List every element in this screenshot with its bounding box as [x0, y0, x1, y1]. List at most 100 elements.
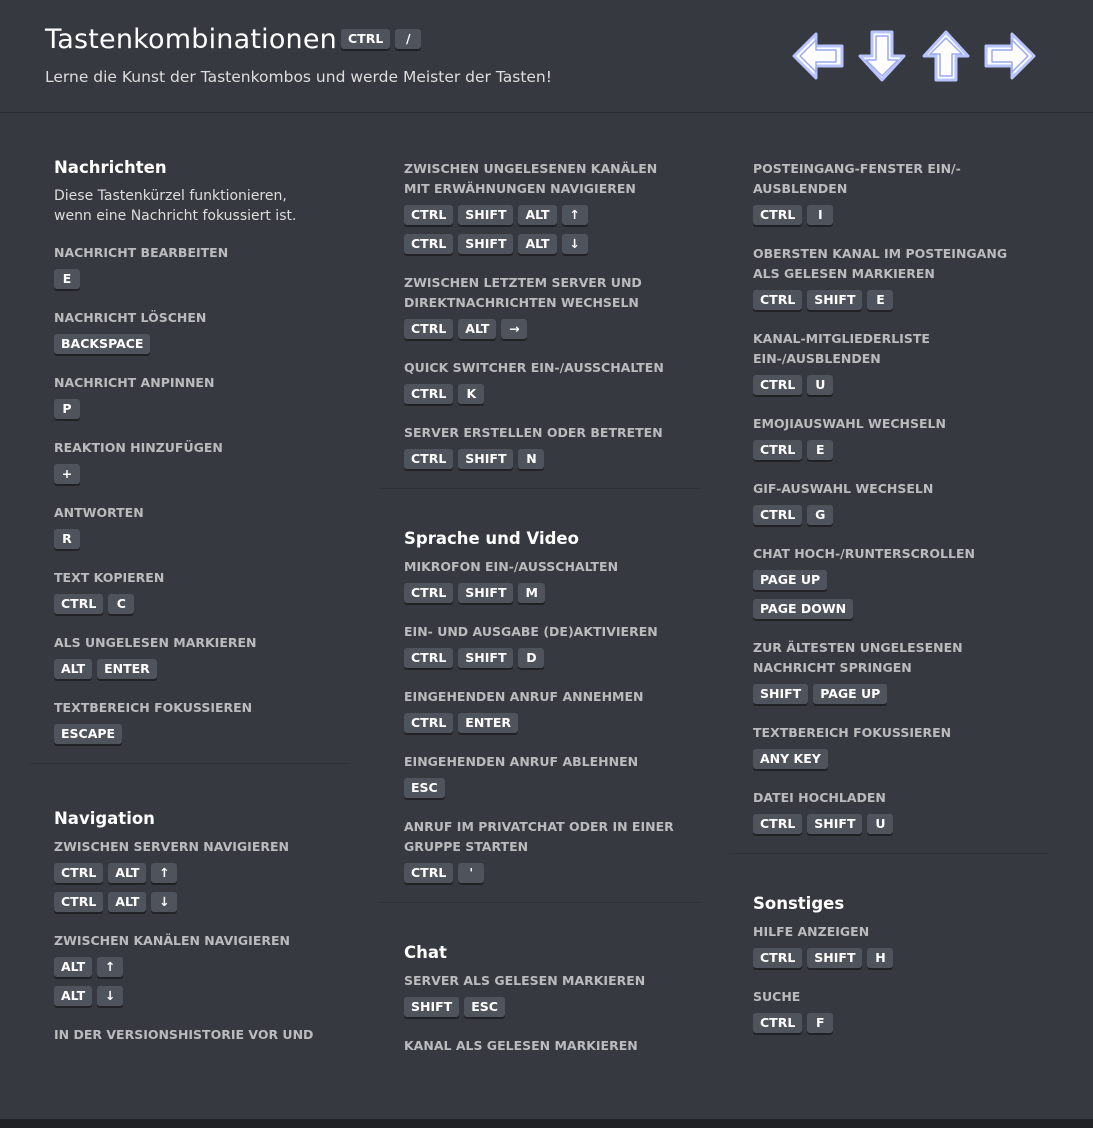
keycap: CTRL	[54, 863, 104, 883]
keycap: N	[518, 449, 545, 469]
section-divider	[729, 853, 1049, 854]
keycap: CTRL	[404, 384, 454, 404]
shortcut-item: GIF-Auswahl wechseln CTRL G	[753, 479, 1025, 525]
shortcut-item: Ein- und Ausgabe (de)aktivieren CTRL SHIFT…	[404, 622, 676, 668]
key-combo: CTRL SHIFT H	[753, 948, 1025, 968]
keycap: /	[395, 29, 422, 49]
keycap: ↓	[97, 986, 124, 1006]
shortcut-item: Zur ältesten ungelesenen Nachricht sprin…	[753, 638, 1025, 704]
keycap: ALT	[108, 892, 147, 912]
keycap: ESC	[404, 778, 445, 798]
keycap: CTRL	[54, 892, 104, 912]
key-combo: ALT ↓	[54, 986, 326, 1006]
shortcut-label: Antworten	[54, 505, 144, 520]
key-combo: P	[54, 399, 326, 419]
shortcut-label: Server erstellen oder betreten	[404, 425, 663, 440]
keycap: SHIFT	[458, 205, 514, 225]
shortcut-label: Zwischen Kanälen navigieren	[54, 933, 290, 948]
keycap: I	[807, 205, 834, 225]
keycap: SHIFT	[458, 648, 514, 668]
keycap: U	[807, 375, 834, 395]
header: Tastenkombinationen CTRL / Lerne die Kun…	[0, 0, 1093, 113]
keycap: F	[807, 1013, 834, 1033]
page-title: Tastenkombinationen	[45, 24, 337, 55]
keycap: ↑	[561, 205, 588, 225]
shortcut-column-2: Zwischen ungelesenen Kanälen mit Erwähnu…	[380, 159, 700, 1075]
shortcut-label: Quick Switcher ein-/ausschalten	[404, 360, 664, 375]
section-divider	[30, 763, 350, 764]
shortcut-item: Hilfe anzeigen CTRL SHIFT H	[753, 922, 1025, 968]
shortcut-label: Datei hochladen	[753, 790, 886, 805]
section-navigation-continued: Zwischen ungelesenen Kanälen mit Erwähnu…	[380, 159, 700, 469]
shortcut-label: Obersten Kanal im Posteingang als gelese…	[753, 246, 1008, 281]
shortcut-label: Eingehenden Anruf ablehnen	[404, 754, 639, 769]
shortcut-label: In der Versionshistorie vor und	[54, 1027, 314, 1042]
shortcut-label: GIF-Auswahl wechseln	[753, 481, 934, 496]
key-combo: ESC	[404, 778, 676, 798]
section-messages: Nachrichten Diese Tastenkürzel funktioni…	[30, 158, 350, 744]
keycap: ALT	[518, 234, 557, 254]
key-combo: BACKSPACE	[54, 334, 326, 354]
shortcut-column-1: Nachrichten Diese Tastenkürzel funktioni…	[30, 158, 350, 1064]
shortcut-item: Antworten R	[54, 503, 326, 549]
keycap: PAGE DOWN	[753, 599, 854, 619]
keycap: C	[108, 594, 135, 614]
section-title: Sprache und Video	[404, 529, 579, 548]
keycap: U	[867, 814, 894, 834]
keycap: BACKSPACE	[54, 334, 151, 354]
keycap: R	[54, 529, 80, 549]
keycap: SHIFT	[807, 814, 863, 834]
keycap: SHIFT	[458, 583, 514, 603]
keycap: SHIFT	[458, 234, 514, 254]
keycap: ALT	[54, 986, 93, 1006]
key-combo: +	[54, 464, 326, 484]
shortcut-item: Eingehenden Anruf annehmen CTRL ENTER	[404, 687, 676, 733]
shortcut-label: Anruf im Privatchat oder in einer Gruppe…	[404, 819, 674, 854]
keycap: →	[501, 319, 528, 339]
key-combo: CTRL SHIFT U	[753, 814, 1025, 834]
shortcut-item: Textbereich fokussieren ESCAPE	[54, 698, 326, 744]
shortcut-item: Obersten Kanal im Posteingang als gelese…	[753, 244, 1025, 310]
keycap: CTRL	[404, 863, 454, 883]
arrow-right-icon	[982, 28, 1038, 84]
arrow-left-icon	[790, 28, 846, 84]
key-combo: CTRL SHIFT E	[753, 290, 1025, 310]
shortcut-item: Reaktion hinzufügen +	[54, 438, 326, 484]
key-combo: SHIFT PAGE UP	[753, 684, 1025, 704]
keycap: SHIFT	[404, 997, 460, 1017]
shortcut-label: Nachricht bearbeiten	[54, 245, 229, 260]
keycap: ↑	[151, 863, 178, 883]
key-combo: CTRL ALT →	[404, 319, 676, 339]
keycap: SHIFT	[753, 684, 809, 704]
shortcut-item: Nachricht bearbeiten E	[54, 243, 326, 289]
keycap: CTRL	[753, 1013, 803, 1033]
shortcut-label: Emojiauswahl wechseln	[753, 416, 946, 431]
keycap: ALT	[518, 205, 557, 225]
keycap: SHIFT	[807, 290, 863, 310]
keycap: CTRL	[54, 594, 104, 614]
shortcut-label: Als ungelesen markieren	[54, 635, 257, 650]
shortcut-label: Textbereich fokussieren	[54, 700, 253, 715]
keycap: CTRL	[753, 290, 803, 310]
keycap: E	[807, 440, 834, 460]
key-combo: CTRL I	[753, 205, 1025, 225]
key-combo: ALT ENTER	[54, 659, 326, 679]
shortcut-label: Kanal-Mitgliederliste ein-/ausblenden	[753, 331, 930, 366]
key-combo: CTRL E	[753, 440, 1025, 460]
keycap: CTRL	[753, 505, 803, 525]
shortcut-item: Emojiauswahl wechseln CTRL E	[753, 414, 1025, 460]
keycap: CTRL	[404, 205, 454, 225]
page-subtitle: Lerne die Kunst der Tastenkombos und wer…	[45, 68, 552, 86]
shortcut-label: Kanal als gelesen markieren	[404, 1038, 638, 1053]
key-combo: PAGE UP	[753, 570, 1025, 590]
keycap: ↓	[151, 892, 178, 912]
shortcut-list: Nachricht bearbeiten E Nachricht löschen BA…	[54, 243, 326, 744]
section-divider	[380, 488, 700, 489]
keycap: CTRL	[404, 234, 454, 254]
arrow-down-icon	[854, 28, 910, 84]
shortcut-item: Datei hochladen CTRL SHIFT U	[753, 788, 1025, 834]
key-combo: CTRL F	[753, 1013, 1025, 1033]
keycap: ALT	[54, 659, 93, 679]
shortcut-item: Textbereich fokussieren ANY KEY	[753, 723, 1025, 769]
shortcut-label: Zwischen letztem Server und Direktnachri…	[404, 275, 642, 310]
